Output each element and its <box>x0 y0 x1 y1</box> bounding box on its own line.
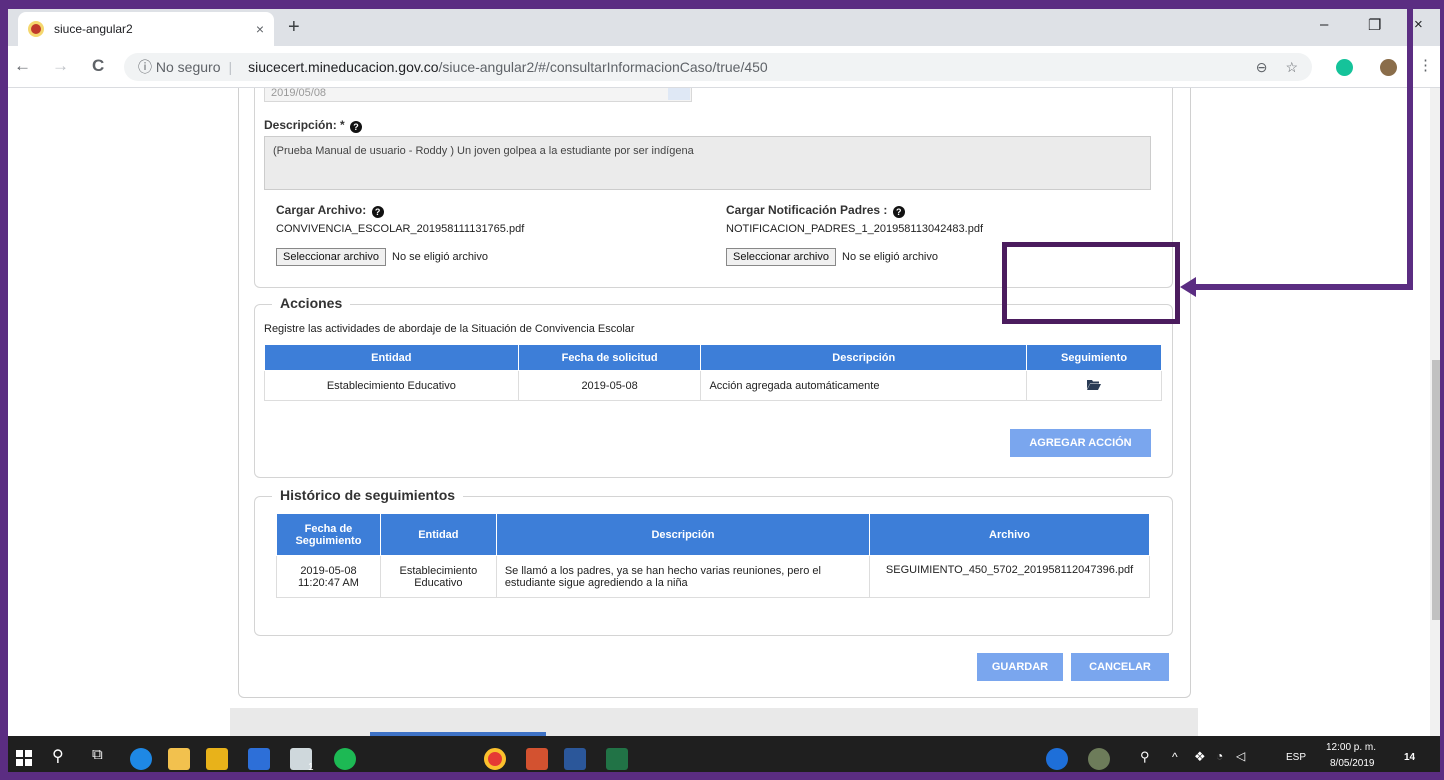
cell-descripcion: Acción agregada automáticamente <box>700 370 1028 401</box>
search-icon[interactable]: ⚲ <box>52 746 64 766</box>
cell-entidad: Establecimiento Educativo <box>379 555 497 598</box>
task-view-icon[interactable]: ⧉ <box>92 746 103 763</box>
folder-open-icon[interactable] <box>1087 379 1102 390</box>
excel-icon[interactable] <box>606 748 628 770</box>
cell-seguimiento <box>1026 370 1162 401</box>
dropbox-tray-icon[interactable]: ❖ <box>1194 749 1206 765</box>
restore-button[interactable]: ❐ <box>1368 16 1381 34</box>
scrollbar-thumb[interactable] <box>1432 360 1442 620</box>
annotation-arrow-icon <box>1180 277 1196 297</box>
windows-taskbar: ⚲ ⧉ 1 ⚲ ^ ❖ ◔ ◁ ESP 12:00 p. m. 8/05/201… <box>0 736 1444 780</box>
footer-band <box>230 708 1198 736</box>
url-separator: | <box>228 59 233 75</box>
acciones-table: Entidad Fecha de solicitud Descripción S… <box>264 344 1162 401</box>
col-fecha-seguimiento: Fecha de Seguimiento <box>276 513 381 556</box>
minimize-button[interactable]: – <box>1320 16 1328 33</box>
wifi-icon[interactable]: ◔ <box>1216 749 1223 763</box>
cell-fecha: 2019-05-08 11:20:47 AM <box>276 555 381 598</box>
profile-avatar-icon[interactable] <box>1380 59 1397 76</box>
dropbox-icon[interactable] <box>248 748 270 770</box>
historico-legend: Histórico de seguimientos <box>272 487 464 503</box>
people-icon[interactable]: ⚲ <box>1140 749 1150 765</box>
annotation-line-horizontal <box>1194 284 1413 290</box>
store-icon[interactable] <box>168 748 190 770</box>
bookmark-star-icon[interactable]: ☆ <box>1285 59 1298 76</box>
tab-close-icon[interactable]: × <box>256 21 264 37</box>
clock-date[interactable]: 8/05/2019 <box>1330 758 1375 769</box>
col-entidad: Entidad <box>379 513 497 556</box>
volume-icon[interactable]: ◁ <box>1236 749 1245 763</box>
historico-table: Fecha de Seguimiento Entidad Descripción… <box>276 513 1150 598</box>
close-window-button[interactable]: × <box>1414 16 1423 33</box>
col-entidad: Entidad <box>264 344 519 371</box>
help-tray-icon[interactable] <box>1046 748 1068 770</box>
powerpoint-icon[interactable] <box>526 748 548 770</box>
language-indicator[interactable]: ESP <box>1286 752 1306 763</box>
agregar-accion-button[interactable]: AGREGAR ACCIÓN <box>1010 429 1151 457</box>
cell-entidad: Establecimiento Educativo <box>264 370 519 401</box>
col-fecha-solicitud: Fecha de solicitud <box>517 344 702 371</box>
col-seguimiento: Seguimiento <box>1026 344 1162 371</box>
col-archivo: Archivo <box>869 513 1150 556</box>
spotify-icon[interactable] <box>334 748 356 770</box>
new-tab-button[interactable]: + <box>288 16 300 39</box>
notification-count[interactable]: 14 <box>1404 752 1415 763</box>
col-descripcion: Descripción <box>495 513 871 556</box>
browser-tab-bar: siuce-angular2 × + – ❐ × <box>0 0 1444 46</box>
site-favicon-icon <box>28 21 44 37</box>
back-button[interactable]: ← <box>14 56 31 76</box>
tray-chevron-icon[interactable]: ^ <box>1172 750 1178 764</box>
acciones-legend: Acciones <box>272 295 351 311</box>
cell-archivo[interactable]: SEGUIMIENTO_450_5702_201958112047396.pdf <box>869 555 1150 598</box>
page-scrollbar[interactable] <box>1430 88 1444 736</box>
word-icon[interactable] <box>564 748 586 770</box>
clock-time[interactable]: 12:00 p. m. <box>1326 742 1376 753</box>
edge-icon[interactable] <box>130 748 152 770</box>
address-bar-row: ← → C ⓘ No seguro | siucecert.mineducaci… <box>0 46 1444 88</box>
tab-title: siuce-angular2 <box>54 22 133 36</box>
url-host: siucecert.mineducacion.gov.co <box>248 59 439 75</box>
url-input[interactable]: ⓘ No seguro | siucecert.mineducacion.gov… <box>124 53 1312 81</box>
table-row: 2019-05-08 11:20:47 AM Establecimiento E… <box>276 555 1150 598</box>
reload-button[interactable]: C <box>92 56 104 76</box>
highlight-box <box>1002 242 1180 324</box>
cell-fecha-date: 2019-05-08 <box>300 564 357 577</box>
forward-button[interactable]: → <box>52 56 69 76</box>
cell-descripcion: Se llamó a los padres, ya se han hecho v… <box>495 555 871 598</box>
user-tray-icon[interactable] <box>1088 748 1110 770</box>
cell-fecha: 2019-05-08 <box>517 370 702 401</box>
file-explorer-icon[interactable] <box>206 748 228 770</box>
security-indicator[interactable]: ⓘ No seguro <box>138 57 220 77</box>
guardar-button[interactable]: GUARDAR <box>977 653 1063 681</box>
mail-badge: 1 <box>308 762 314 773</box>
grammarly-extension-icon[interactable] <box>1336 59 1353 76</box>
browser-menu-icon[interactable]: ⋮ <box>1418 56 1433 74</box>
windows-start-icon[interactable] <box>16 750 32 766</box>
cell-fecha-time: 11:20:47 AM <box>297 576 359 589</box>
page-viewport: 2019/05/08 Descripción: * ? (Prueba Manu… <box>0 88 1430 736</box>
chrome-icon[interactable] <box>484 748 506 770</box>
col-descripcion: Descripción <box>700 344 1028 371</box>
acciones-intro: Registre las actividades de abordaje de … <box>264 323 635 335</box>
browser-tab[interactable]: siuce-angular2 × <box>18 12 274 46</box>
table-row: Establecimiento Educativo 2019-05-08 Acc… <box>264 370 1162 401</box>
url-path: /siuce-angular2/#/consultarInformacionCa… <box>438 59 768 75</box>
cancelar-button[interactable]: CANCELAR <box>1071 653 1169 681</box>
annotation-line-vertical <box>1407 0 1413 290</box>
zoom-icon[interactable]: ⊖ <box>1256 59 1268 76</box>
